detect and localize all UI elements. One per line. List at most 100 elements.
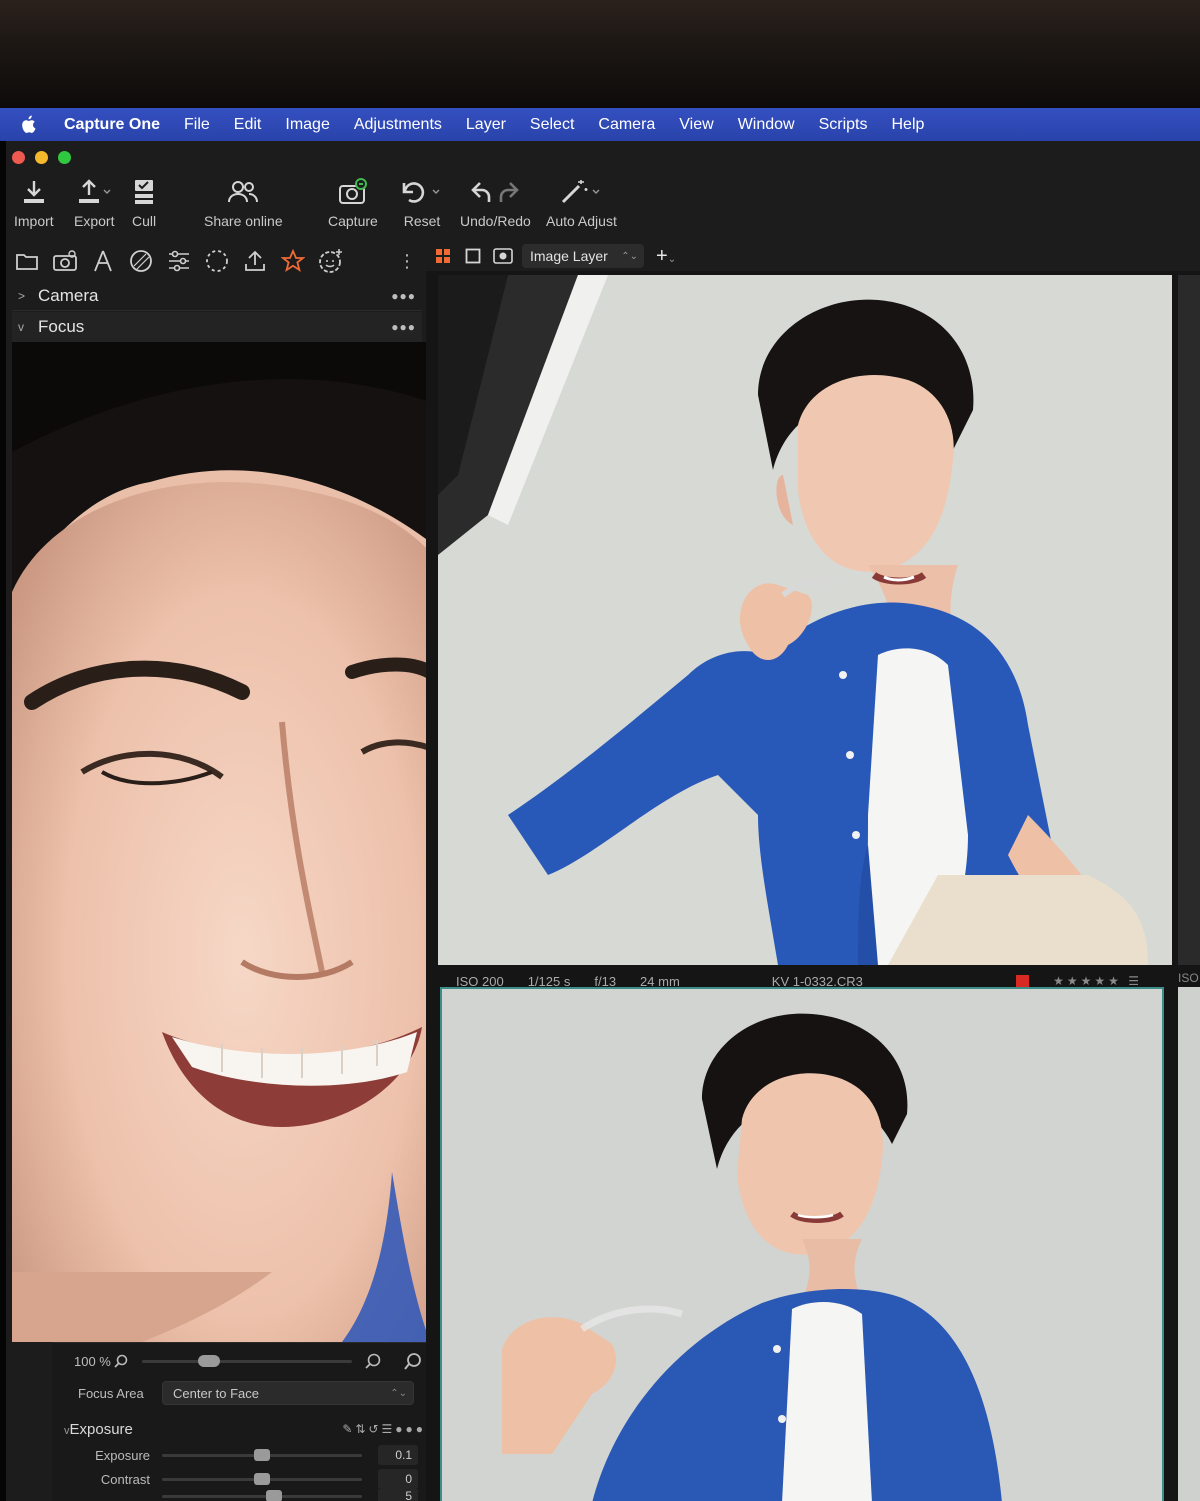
face-sparkle-icon[interactable] bbox=[318, 248, 344, 274]
focus-area-select[interactable]: Center to Face ⌃⌄ bbox=[162, 1381, 414, 1405]
add-layer-button[interactable]: +⌄ bbox=[656, 245, 676, 268]
camera-sync-icon bbox=[338, 177, 368, 207]
exposure-section-title: Exposure bbox=[69, 1420, 133, 1438]
focus-controls: 100 % Focus Area Center to Face ⌃⌄ vExpo… bbox=[52, 1342, 436, 1501]
focus-area-row: Focus Area Center to Face ⌃⌄ bbox=[52, 1381, 436, 1405]
menu-camera[interactable]: Camera bbox=[598, 116, 655, 134]
star-icon[interactable] bbox=[280, 248, 306, 274]
image-browser: ISO 200 1/125 s f/13 24 mm KV 1-0332.CR3… bbox=[426, 271, 1200, 1501]
grid-view-icon[interactable] bbox=[432, 245, 454, 267]
next-adjustment-value[interactable]: 5 bbox=[378, 1489, 418, 1501]
menu-window[interactable]: Window bbox=[738, 116, 795, 134]
next-adjustment-row: 5 bbox=[52, 1489, 436, 1501]
neighbor-iso-label: ISO bbox=[1178, 971, 1199, 985]
thumbnail-image-1[interactable] bbox=[438, 275, 1172, 965]
single-view-icon[interactable] bbox=[462, 245, 484, 267]
zoom-percent: 100 % bbox=[74, 1353, 111, 1369]
menu-adjustments[interactable]: Adjustments bbox=[354, 116, 442, 134]
undo-redo-icon bbox=[470, 177, 520, 207]
zoom-slider[interactable] bbox=[142, 1354, 352, 1367]
thumbnail-image-2[interactable] bbox=[440, 987, 1164, 1501]
loupe-icon[interactable] bbox=[404, 1352, 422, 1370]
camera-icon[interactable] bbox=[52, 248, 78, 274]
eye-icon[interactable] bbox=[492, 245, 514, 267]
exposure-tool-actions-icon[interactable]: ✎⇅↺☰●●● bbox=[342, 1422, 426, 1436]
menu-layer[interactable]: Layer bbox=[466, 116, 506, 134]
export-button[interactable]: Export bbox=[74, 177, 114, 229]
lens-icon[interactable] bbox=[90, 248, 116, 274]
chevron-right-icon: > bbox=[18, 288, 26, 303]
folder-icon[interactable] bbox=[14, 248, 40, 274]
exposure-value[interactable]: 0.1 bbox=[378, 1445, 418, 1465]
contrast-value[interactable]: 0 bbox=[378, 1469, 418, 1489]
menu-help[interactable]: Help bbox=[892, 116, 925, 134]
color-icon[interactable] bbox=[128, 248, 154, 274]
focus-area-label: Focus Area bbox=[78, 1385, 144, 1401]
camera-tool-header[interactable]: > Camera ●●● bbox=[12, 281, 422, 311]
zoom-slider-knob[interactable] bbox=[198, 1354, 220, 1367]
color-tag-red[interactable] bbox=[1016, 974, 1030, 988]
updown-chevron-icon: ⌃⌄ bbox=[390, 1387, 407, 1399]
reset-icon bbox=[400, 177, 444, 207]
zoom-in-icon[interactable] bbox=[364, 1352, 382, 1370]
contrast-slider-knob[interactable] bbox=[254, 1472, 270, 1485]
tool-tabs: ⋮ bbox=[6, 241, 426, 281]
export-icon bbox=[77, 177, 111, 207]
reset-button[interactable]: Reset bbox=[400, 177, 444, 229]
auto-adjust-button[interactable]: Auto Adjust bbox=[546, 177, 617, 229]
dashed-circle-icon[interactable] bbox=[204, 248, 230, 274]
import-icon bbox=[22, 177, 46, 207]
menu-select[interactable]: Select bbox=[530, 116, 574, 134]
capture-button[interactable]: Capture bbox=[328, 177, 378, 229]
monitor-bezel bbox=[0, 0, 1200, 108]
mac-menubar: Capture One File Edit Image Adjustments … bbox=[0, 108, 1200, 141]
menu-image[interactable]: Image bbox=[285, 116, 329, 134]
menu-file[interactable]: File bbox=[184, 116, 210, 134]
sliders-icon[interactable] bbox=[166, 248, 192, 274]
camera-tool-title: Camera bbox=[38, 285, 99, 305]
exposure-label: Exposure bbox=[95, 1447, 150, 1463]
neighbor-thumbnail[interactable] bbox=[1178, 275, 1200, 965]
contrast-row: Contrast 0 bbox=[52, 1467, 436, 1491]
upload-icon[interactable] bbox=[242, 248, 268, 274]
import-button[interactable]: Import bbox=[14, 177, 54, 229]
close-window-button[interactable] bbox=[12, 151, 25, 164]
apple-logo-icon[interactable] bbox=[20, 115, 42, 134]
viewer-toolbar: Image Layer ⌃⌄ +⌄ bbox=[426, 241, 1200, 271]
exposure-slider[interactable] bbox=[162, 1448, 362, 1461]
cull-icon bbox=[133, 177, 155, 207]
menu-view[interactable]: View bbox=[679, 116, 713, 134]
updown-chevron-icon: ⌃⌄ bbox=[621, 250, 638, 262]
next-adjustment-knob[interactable] bbox=[266, 1489, 282, 1501]
undo-redo-button[interactable]: Undo/Redo bbox=[460, 177, 531, 229]
main-toolbar: Import Export Cull Share online Capture bbox=[6, 173, 1200, 239]
exposure-row: Exposure 0.1 bbox=[52, 1443, 436, 1467]
exposure-header[interactable]: vExposure ✎⇅↺☰●●● bbox=[52, 1417, 436, 1441]
cull-button[interactable]: Cull bbox=[132, 177, 156, 229]
focus-tool-title: Focus bbox=[38, 317, 85, 336]
tool-options-icon[interactable]: ●●● bbox=[391, 320, 416, 334]
next-adjustment-slider[interactable] bbox=[162, 1489, 362, 1501]
chevron-down-icon: v bbox=[18, 320, 24, 334]
focus-preview[interactable] bbox=[12, 342, 430, 1342]
zoom-out-icon[interactable] bbox=[112, 1352, 130, 1370]
menu-scripts[interactable]: Scripts bbox=[819, 116, 868, 134]
contrast-label: Contrast bbox=[100, 1471, 150, 1487]
zoom-row: 100 % bbox=[52, 1349, 436, 1373]
exposure-slider-knob[interactable] bbox=[254, 1448, 270, 1461]
neighbor-thumbnail[interactable] bbox=[1178, 987, 1200, 1501]
app-window: Import Export Cull Share online Capture bbox=[6, 141, 1200, 1501]
tool-options-icon[interactable]: ●●● bbox=[391, 289, 416, 303]
menu-capture-one[interactable]: Capture One bbox=[64, 116, 160, 134]
menu-edit[interactable]: Edit bbox=[234, 116, 262, 134]
more-vertical-icon[interactable]: ⋮ bbox=[398, 251, 416, 272]
focus-tool-header[interactable]: v Focus ●●● bbox=[12, 312, 422, 342]
magic-wand-icon bbox=[559, 177, 603, 207]
minimize-window-button[interactable] bbox=[35, 151, 48, 164]
layer-select[interactable]: Image Layer ⌃⌄ bbox=[522, 244, 644, 268]
share-online-button[interactable]: Share online bbox=[204, 177, 283, 229]
star-rating[interactable]: ★★★★★ ☰ bbox=[1053, 974, 1142, 988]
zoom-window-button[interactable] bbox=[58, 151, 71, 164]
contrast-slider[interactable] bbox=[162, 1472, 362, 1485]
window-controls bbox=[12, 151, 71, 164]
